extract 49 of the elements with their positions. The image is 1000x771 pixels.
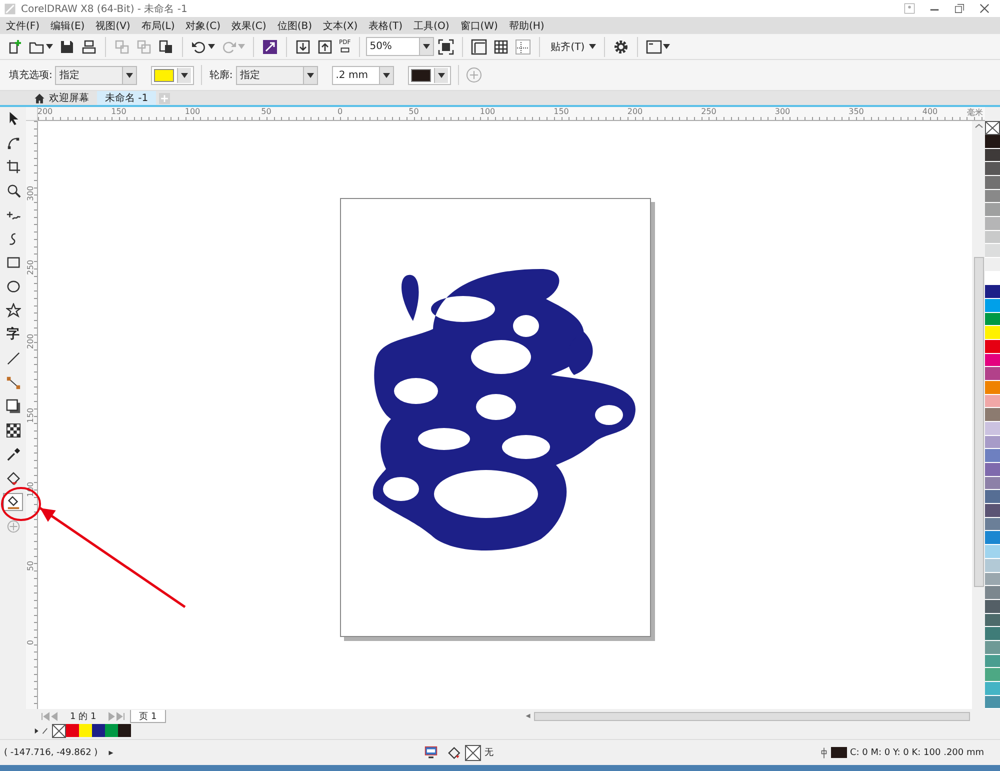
menu-item[interactable]: 表格(T) <box>368 18 403 32</box>
text-tool[interactable]: 字 <box>3 325 23 343</box>
outline-label: 轮廓: <box>209 68 233 82</box>
ruler-label: 150 <box>554 107 569 116</box>
ruler-label: 200 <box>37 107 53 116</box>
ruler-label: 400 <box>922 107 938 116</box>
ruler-label: 50 <box>26 560 35 571</box>
ruler-label: 250 <box>26 260 35 275</box>
ruler-label: 300 <box>26 186 35 201</box>
menu-item[interactable]: 文件(F) <box>6 18 40 32</box>
ruler-unit: 毫米 <box>967 107 983 118</box>
tab-label: 未命名 -1 <box>105 92 148 105</box>
fill-options-label: 填充选项: <box>9 68 52 82</box>
fill-status: 无 <box>484 747 494 759</box>
menu-item[interactable]: 帮助(H) <box>508 18 544 32</box>
ruler-label: 150 <box>26 408 35 423</box>
menu-item[interactable]: 工具(O) <box>414 18 450 32</box>
outline-status: C: 0 M: 0 Y: 0 K: 100 .200 mm <box>850 748 984 758</box>
menu-item[interactable]: 效果(C) <box>232 18 266 32</box>
fill-mode-combo[interactable]: 指定 <box>55 66 138 84</box>
snap-button[interactable]: 贴齐(T) <box>548 40 588 54</box>
document-tab[interactable]: 未命名 -1 <box>97 91 156 105</box>
cursor-coordinates: ( -147.716, -49.862 ) <box>4 748 98 758</box>
ruler-label: 100 <box>480 107 496 116</box>
menu-item[interactable]: 位图(B) <box>277 18 312 32</box>
ruler-label: 100 <box>184 107 200 116</box>
tab-label: 欢迎屏幕 <box>49 92 89 105</box>
window-title: CorelDRAW X8 (64-Bit) - 未命名 -1 <box>21 2 188 16</box>
menu-item[interactable]: 视图(V) <box>96 18 130 32</box>
ruler-label: 50 <box>408 107 419 116</box>
page-position: 1 的 1 <box>70 710 96 722</box>
menu-item[interactable]: 对象(C) <box>186 18 221 32</box>
zoom-combo[interactable]: 50% <box>366 37 434 56</box>
ruler-label: 50 <box>261 107 272 116</box>
ruler-label: 200 <box>26 334 35 349</box>
menu-item[interactable]: 窗口(W) <box>460 18 498 32</box>
ruler-label: 150 <box>111 107 126 116</box>
ruler-label: 0 <box>26 640 35 645</box>
ruler-label: 0 <box>337 107 343 116</box>
page-tab[interactable]: 页 1 <box>130 710 166 722</box>
outline-width-combo[interactable]: .2 mm <box>332 66 394 84</box>
menu-item[interactable]: 布局(L) <box>141 18 175 32</box>
ruler-label: 200 <box>627 107 643 116</box>
outline-mode-combo[interactable]: 指定 <box>236 66 318 84</box>
ruler-label: 250 <box>701 107 716 116</box>
menu-item[interactable]: 文本(X) <box>322 18 358 32</box>
ruler-label: 350 <box>848 107 864 116</box>
ruler-label: 300 <box>774 107 790 116</box>
menu-item[interactable]: 编辑(E) <box>50 18 85 32</box>
